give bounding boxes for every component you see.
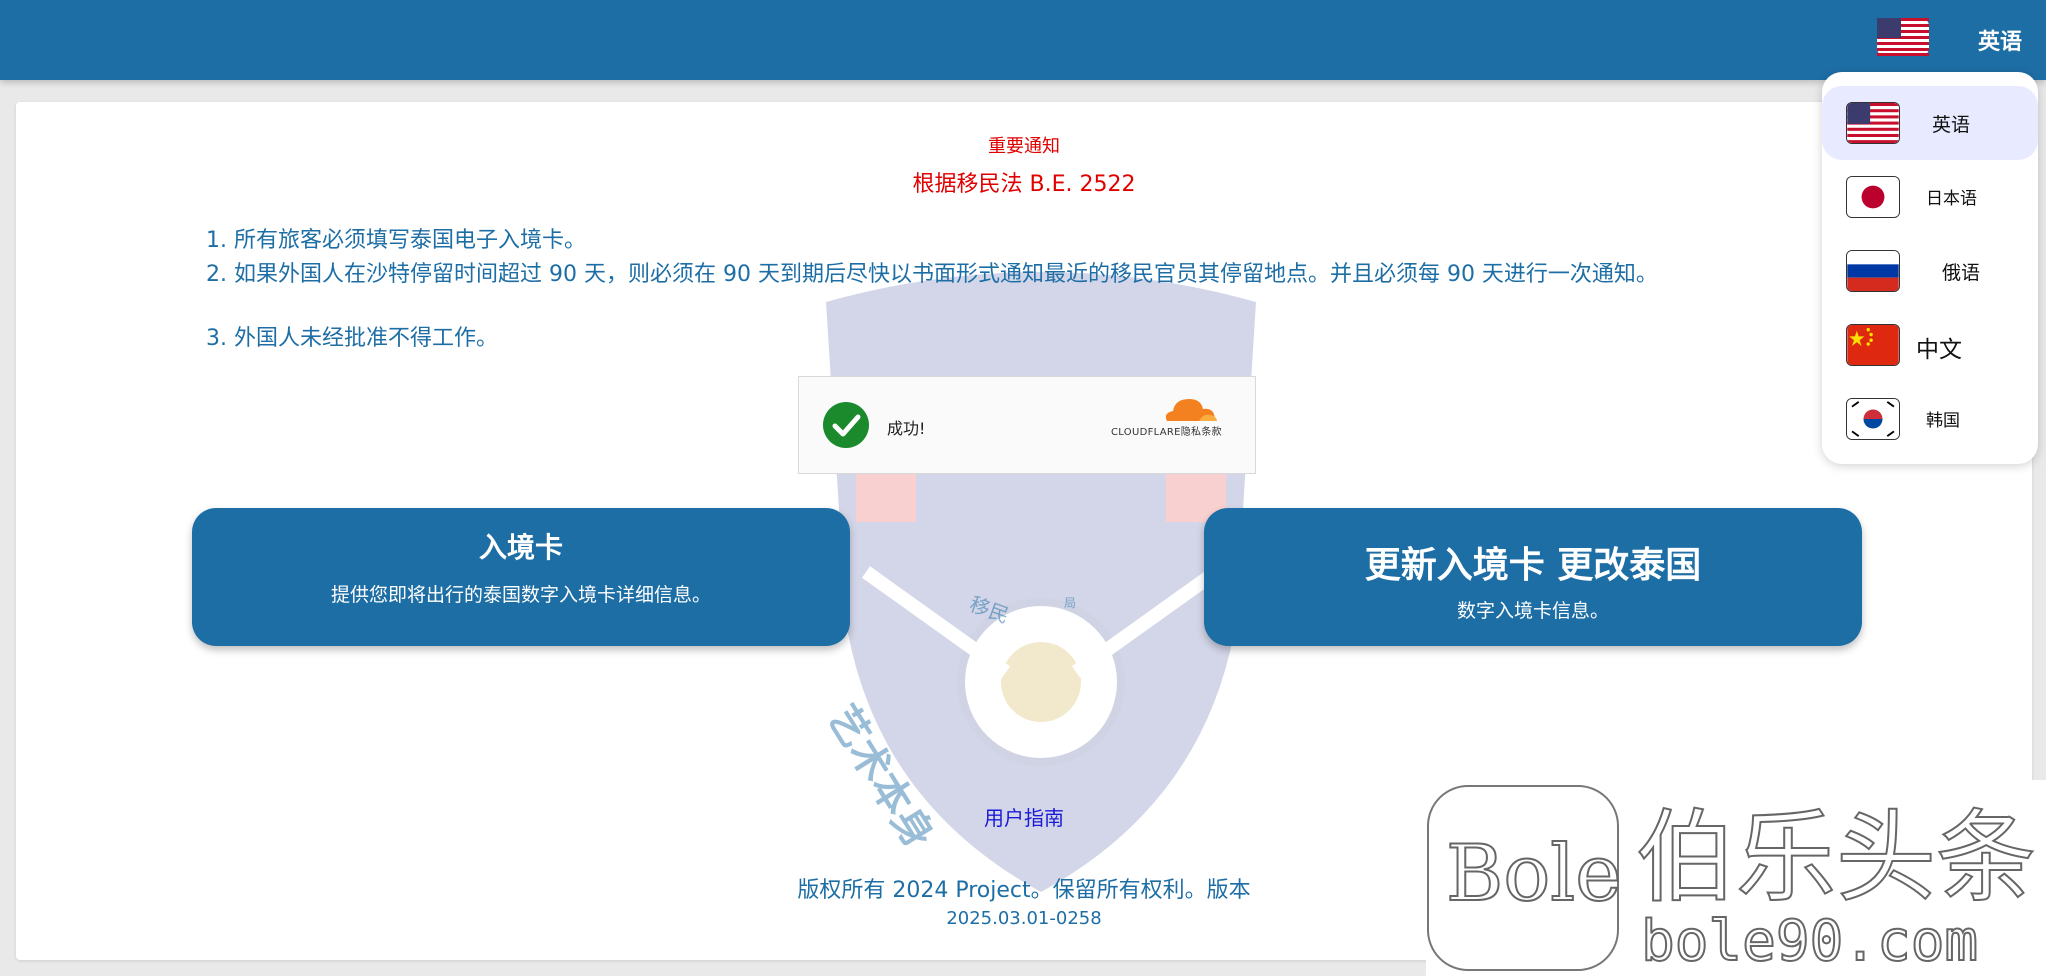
language-option-russian[interactable]: 俄语 (1822, 234, 2038, 308)
brand-logo-text: Bole (1446, 829, 1621, 919)
top-nav-bar: 英语 (0, 0, 2046, 80)
language-option-korean[interactable]: 韩国 (1822, 382, 2038, 456)
small-watermark-label: 局 (1064, 596, 1077, 610)
notice-subtitle: 根据移民法 B.E. 2522 (912, 172, 1136, 197)
privacy-terms-link[interactable]: 隐私条款 (1181, 427, 1222, 438)
japan-flag-icon (1846, 176, 1900, 218)
russia-flag-icon (1846, 250, 1900, 292)
site-watermark: Bole 伯乐头条 bole90.com (1426, 780, 2046, 976)
cloudflare-logo-icon (1165, 399, 1217, 421)
language-dropdown-menu: 英语 日本语 俄语 中文 韩国 (1822, 72, 2038, 464)
arrival-card-button[interactable]: 入境卡 提供您即将出行的泰国数字入境卡详细信息。 (192, 508, 850, 646)
notice-title: 重要通知 (988, 136, 1060, 157)
rule-item-2: 2. 如果外国人在沙特停留时间超过 90 天，则必须在 90 天到期后尽快以书面… (206, 262, 1658, 287)
arrival-card-desc: 提供您即将出行的泰国数字入境卡详细信息。 (330, 584, 711, 606)
success-check-icon (823, 402, 869, 448)
korea-flag-icon (1846, 398, 1900, 440)
china-flag-icon (1846, 324, 1900, 366)
cloudflare-brand-label: CLOUDFLARE (1111, 427, 1181, 438)
update-card-desc: 数字入境卡信息。 (1456, 600, 1609, 622)
language-option-japanese[interactable]: 日本语 (1822, 160, 2038, 234)
update-arrival-card-button[interactable]: 更新入境卡 更改泰国 数字入境卡信息。 (1204, 508, 1862, 646)
language-option-english[interactable]: 英语 (1822, 86, 2038, 160)
rule-item-1: 1. 所有旅客必须填写泰国电子入境卡。 (206, 228, 586, 253)
rule-item-3: 3. 外国人未经批准不得工作。 (206, 326, 498, 351)
language-option-chinese[interactable]: 中文 (1822, 308, 2038, 382)
us-flag-icon[interactable] (1877, 18, 1929, 56)
cloudflare-captcha-widget[interactable]: 成功! CLOUDFLARE隐私条款 (798, 376, 1256, 474)
captcha-status-text: 成功! (887, 419, 926, 438)
brand-name-text: 伯乐头条 (1636, 799, 2036, 916)
arrival-card-title: 入境卡 (478, 531, 563, 564)
language-label-korean: 韩国 (1926, 411, 1960, 431)
us-flag-icon (1846, 102, 1900, 144)
update-card-title: 更新入境卡 更改泰国 (1364, 545, 1702, 586)
current-language-label[interactable]: 英语 (1978, 24, 2022, 56)
cloudflare-privacy-text[interactable]: CLOUDFLARE隐私条款 (1111, 423, 1222, 438)
language-label-japanese: 日本语 (1926, 189, 1977, 209)
language-label-chinese: 中文 (1916, 337, 1962, 363)
language-label-english: 英语 (1932, 114, 1971, 136)
language-label-russian: 俄语 (1942, 262, 1981, 284)
brand-site-text: bole90.com (1641, 909, 1978, 974)
